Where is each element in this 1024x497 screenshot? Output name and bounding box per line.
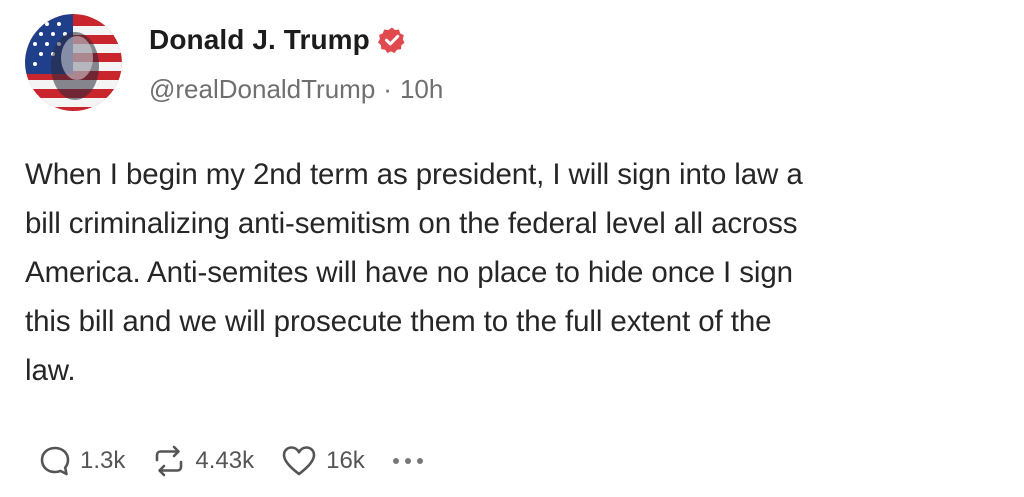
more-icon-dot (404, 458, 411, 464)
repost-button[interactable]: 4.43k (151, 443, 254, 479)
verified-badge-icon (377, 26, 406, 54)
author-handle[interactable]: @realDonaldTrump (149, 74, 375, 105)
post-timestamp[interactable]: 10h (400, 74, 443, 105)
repost-icon (151, 443, 187, 479)
post-body-text: When I begin my 2nd term as president, I… (25, 158, 803, 387)
author-name-row: Donald J. Trump (149, 20, 406, 60)
flag-portrait-avatar-icon (25, 14, 122, 111)
heart-icon (280, 444, 318, 478)
more-icon-dot (392, 458, 399, 464)
like-count: 16k (326, 447, 365, 474)
post-card: Donald J. Trump @realDonaldTrump · 10h W… (0, 0, 1024, 497)
avatar[interactable] (25, 14, 122, 111)
more-icon-dot (416, 458, 423, 464)
meta-separator: · (383, 74, 392, 104)
more-button[interactable] (392, 446, 423, 476)
author-display-name[interactable]: Donald J. Trump (149, 24, 370, 56)
post-actions-bar: 1.3k 4.43k 16k (38, 436, 423, 486)
reply-button[interactable]: 1.3k (38, 444, 125, 478)
author-meta-row: @realDonaldTrump · 10h (149, 74, 443, 105)
repost-count: 4.43k (195, 447, 255, 474)
reply-count: 1.3k (80, 447, 126, 474)
reply-icon (38, 444, 72, 478)
like-button[interactable]: 16k (280, 444, 365, 478)
